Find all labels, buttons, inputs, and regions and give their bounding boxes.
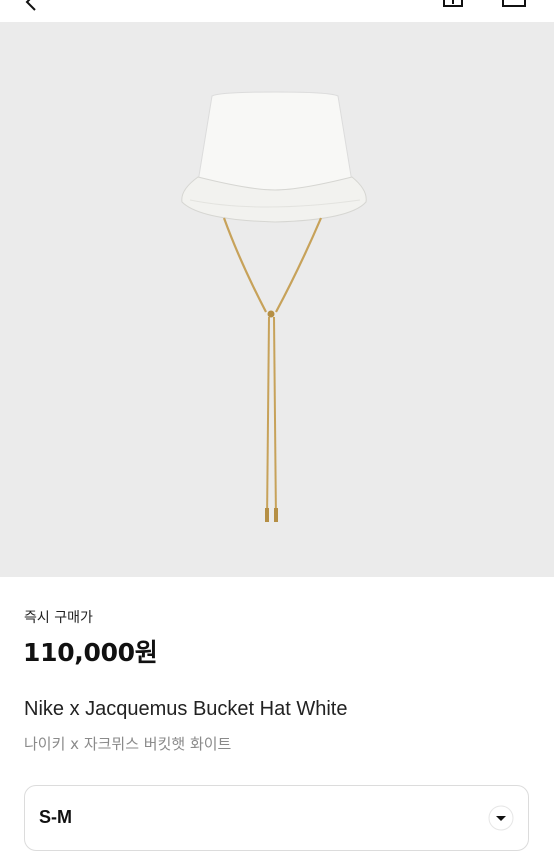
product-image[interactable] [0, 22, 554, 577]
size-value: S-M [39, 807, 72, 827]
share-icon[interactable] [442, 0, 464, 8]
top-bar [0, 0, 554, 22]
bucket-hat-illustration [181, 91, 367, 523]
instant-purchase-label: 즉시 구매가 [24, 610, 93, 626]
chevron-down-icon[interactable] [488, 805, 514, 831]
back-arrow-icon[interactable] [22, 0, 42, 12]
product-info: 즉시 구매가 110,000원 Nike x Jacquemus Bucket … [0, 577, 554, 863]
price: 110,000원 [23, 638, 158, 667]
menu-icon[interactable] [501, 0, 527, 8]
product-name-ko: 나이키 x 자크뮈스 버킷햇 화이트 [24, 735, 232, 753]
product-name-en: Nike x Jacquemus Bucket Hat White [24, 698, 348, 720]
size-select[interactable]: S-M [24, 785, 529, 851]
